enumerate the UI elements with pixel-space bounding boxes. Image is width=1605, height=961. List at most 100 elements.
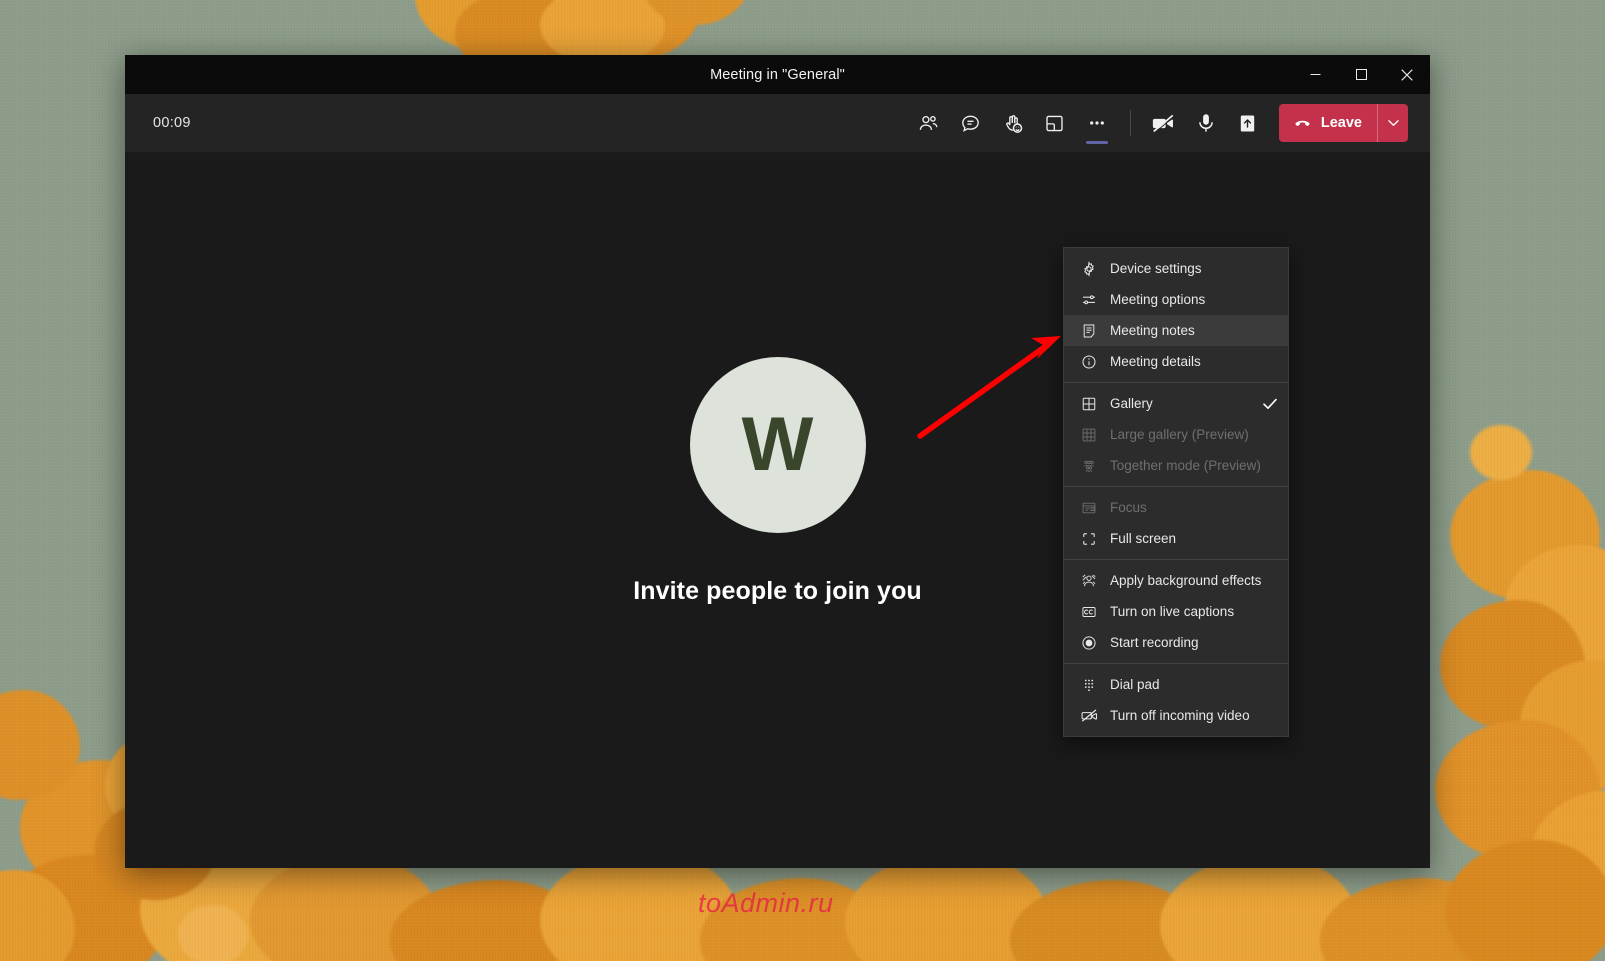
more-options-menu: Device settings Meeting options	[1063, 247, 1289, 737]
menu-item-label: Meeting options	[1110, 292, 1278, 307]
hangup-icon	[1293, 114, 1312, 133]
menu-item-label: Meeting details	[1110, 354, 1278, 369]
menu-item-full-screen[interactable]: Full screen	[1064, 523, 1288, 554]
camera-off-icon	[1151, 111, 1176, 136]
minimize-icon	[1310, 69, 1321, 80]
microphone-icon	[1194, 111, 1218, 135]
menu-item-live-captions[interactable]: Turn on live captions	[1064, 596, 1288, 627]
menu-item-label: Device settings	[1110, 261, 1278, 276]
site-watermark: toAdmin.ru	[698, 888, 834, 919]
checkmark-icon	[1262, 398, 1278, 410]
menu-item-meeting-notes[interactable]: Meeting notes	[1064, 315, 1288, 346]
chevron-down-icon	[1388, 119, 1399, 127]
focus-icon	[1078, 499, 1100, 517]
full-screen-icon	[1078, 530, 1100, 548]
show-participants-button[interactable]	[908, 101, 950, 145]
breakout-rooms-icon	[1043, 112, 1066, 135]
notes-icon	[1078, 322, 1100, 340]
close-button[interactable]	[1384, 55, 1430, 94]
menu-item-dial-pad[interactable]: Dial pad	[1064, 669, 1288, 700]
menu-item-turn-off-incoming-video[interactable]: Turn off incoming video	[1064, 700, 1288, 731]
incoming-video-off-icon	[1078, 707, 1100, 725]
ellipsis-icon	[1086, 112, 1108, 134]
gallery-icon	[1078, 395, 1100, 413]
menu-separator	[1064, 663, 1288, 664]
people-icon	[917, 112, 940, 135]
share-content-icon	[1236, 112, 1259, 135]
info-icon-svg	[1081, 354, 1097, 370]
info-icon	[1078, 353, 1100, 371]
window-title: Meeting in "General"	[710, 67, 845, 83]
notes-icon-svg	[1081, 323, 1097, 339]
show-conversation-button[interactable]	[950, 101, 992, 145]
camera-toggle-button[interactable]	[1143, 101, 1185, 145]
dial-pad-icon-svg	[1081, 677, 1097, 693]
menu-separator	[1064, 382, 1288, 383]
window-controls	[1292, 55, 1430, 94]
gear-icon-svg	[1081, 261, 1097, 277]
focus-icon-svg	[1081, 500, 1097, 516]
reactions-button[interactable]	[992, 101, 1034, 145]
share-content-button[interactable]	[1227, 101, 1269, 145]
toolbar-actions: Leave	[908, 94, 1408, 152]
menu-item-meeting-details[interactable]: Meeting details	[1064, 346, 1288, 377]
together-mode-icon-svg	[1081, 458, 1097, 474]
minimize-button[interactable]	[1292, 55, 1338, 94]
microphone-toggle-button[interactable]	[1185, 101, 1227, 145]
menu-item-together-mode: Together mode (Preview)	[1064, 450, 1288, 481]
menu-item-label: Meeting notes	[1110, 323, 1278, 338]
checkmark-icon-svg	[1263, 398, 1277, 410]
active-tab-indicator	[1086, 141, 1108, 144]
raise-hand-reactions-icon	[1001, 112, 1024, 135]
leave-button[interactable]: Leave	[1279, 104, 1377, 142]
window-titlebar: Meeting in "General"	[125, 55, 1430, 94]
sliders-icon-svg	[1081, 292, 1097, 308]
desktop: Meeting in "General"	[0, 0, 1605, 961]
menu-item-label: Together mode (Preview)	[1110, 458, 1278, 473]
record-icon	[1078, 634, 1100, 652]
dial-pad-icon	[1078, 676, 1100, 694]
sliders-icon	[1078, 291, 1100, 309]
maximize-button[interactable]	[1338, 55, 1384, 94]
avatar: W	[690, 357, 866, 533]
full-screen-icon-svg	[1081, 531, 1097, 547]
teams-meeting-window: Meeting in "General"	[125, 55, 1430, 868]
more-options-button[interactable]	[1076, 101, 1118, 145]
meeting-toolbar: 00:09	[125, 94, 1430, 153]
invite-message: Invite people to join you	[633, 577, 922, 606]
menu-item-focus: Focus	[1064, 492, 1288, 523]
chat-bubble-icon	[959, 112, 982, 135]
toolbar-divider	[1130, 110, 1131, 136]
leave-button-label: Leave	[1321, 115, 1362, 131]
meeting-timer: 00:09	[153, 115, 191, 131]
meeting-stage: W Invite people to join you Device setti…	[125, 153, 1430, 868]
menu-item-label: Dial pad	[1110, 677, 1278, 692]
menu-separator	[1064, 559, 1288, 560]
gear-icon	[1078, 260, 1100, 278]
large-gallery-icon	[1078, 426, 1100, 444]
large-gallery-icon-svg	[1081, 427, 1097, 443]
menu-item-start-recording[interactable]: Start recording	[1064, 627, 1288, 658]
menu-item-label: Turn off incoming video	[1110, 708, 1278, 723]
menu-item-gallery[interactable]: Gallery	[1064, 388, 1288, 419]
record-icon-svg	[1081, 635, 1097, 651]
menu-item-label: Full screen	[1110, 531, 1278, 546]
breakout-rooms-button[interactable]	[1034, 101, 1076, 145]
avatar-initial: W	[742, 407, 814, 483]
closed-captions-icon-svg	[1081, 604, 1097, 620]
maximize-icon	[1356, 69, 1367, 80]
closed-captions-icon	[1078, 603, 1100, 621]
menu-item-label: Turn on live captions	[1110, 604, 1278, 619]
background-effects-icon	[1078, 572, 1100, 590]
leave-dropdown-button[interactable]	[1378, 104, 1408, 142]
menu-item-device-settings[interactable]: Device settings	[1064, 253, 1288, 284]
menu-item-background-effects[interactable]: Apply background effects	[1064, 565, 1288, 596]
menu-item-label: Focus	[1110, 500, 1278, 515]
background-effects-icon-svg	[1081, 573, 1097, 589]
gallery-icon-svg	[1081, 396, 1097, 412]
leave-button-group: Leave	[1279, 104, 1408, 142]
menu-item-meeting-options[interactable]: Meeting options	[1064, 284, 1288, 315]
close-icon	[1401, 69, 1413, 81]
menu-separator	[1064, 486, 1288, 487]
menu-item-label: Apply background effects	[1110, 573, 1278, 588]
